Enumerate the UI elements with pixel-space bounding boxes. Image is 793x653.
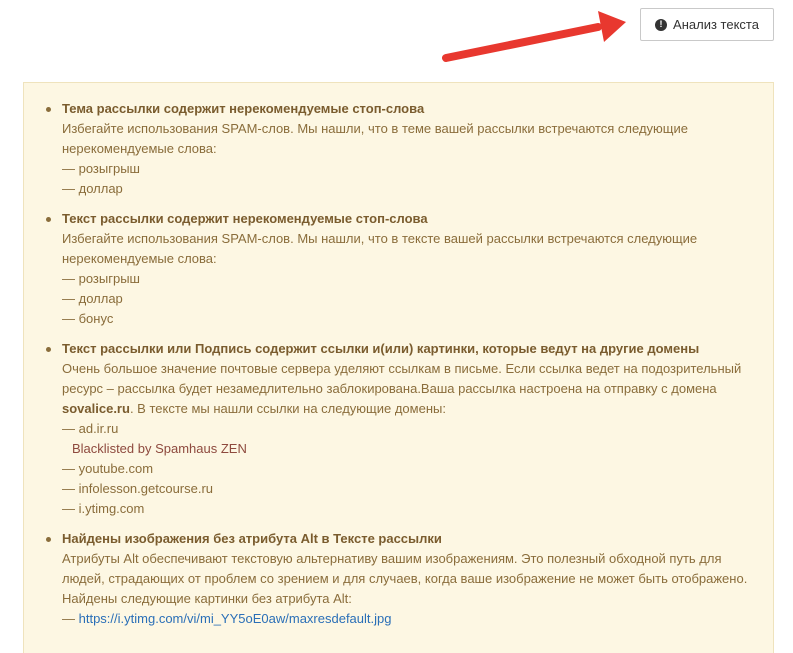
warning-title: Текст рассылки содержит нерекомендуемые … (62, 211, 428, 226)
warning-text: Избегайте использования SPAM-слов. Мы на… (62, 121, 688, 156)
warning-text: Атрибуты Alt обеспечивают текстовую альт… (62, 551, 748, 586)
warning-text-start: Очень большое значение почтовые сервера … (62, 361, 742, 396)
found-images-label: Найдены следующие картинки без атрибута … (62, 591, 352, 606)
warning-text-end: . В тексте мы нашли ссылки на следующие … (129, 401, 446, 416)
sender-domain: sovalice.ru (62, 401, 130, 416)
warning-body-stopwords: Текст рассылки содержит нерекомендуемые … (46, 209, 762, 329)
domain-item: — youtube.com (62, 461, 154, 476)
spam-warnings-panel: Тема рассылки содержит нерекомендуемые с… (23, 82, 774, 653)
warnings-list: Тема рассылки содержит нерекомендуемые с… (46, 99, 762, 639)
exclamation-circle-icon: ! (655, 18, 668, 31)
warning-title: Найдены изображения без атрибута Alt в Т… (62, 531, 442, 546)
analyze-text-label: Анализ текста (673, 17, 759, 32)
image-link-line: — https://i.ytimg.com/vi/mi_YY5oE0aw/max… (62, 609, 762, 629)
warning-title: Текст рассылки или Подпись содержит ссыл… (62, 341, 700, 356)
stopword-item: — бонус (62, 311, 114, 326)
stopword-item: — розыгрыш (62, 161, 140, 176)
warning-text: Очень большое значение почтовые сервера … (62, 359, 762, 419)
domain-item: — ad.ir.ru (62, 421, 119, 436)
blacklist-note: Blacklisted by Spamhaus ZEN (72, 441, 247, 456)
dash: — (62, 611, 79, 626)
warning-images-no-alt: Найдены изображения без атрибута Alt в Т… (46, 529, 762, 629)
domain-item: — i.ytimg.com (62, 501, 145, 516)
stopword-item: — розыгрыш (62, 271, 140, 286)
domain-item: — infolesson.getcourse.ru (62, 481, 214, 496)
image-url-link[interactable]: https://i.ytimg.com/vi/mi_YY5oE0aw/maxre… (79, 611, 392, 626)
stopword-item: — доллар (62, 291, 123, 306)
page: ! Анализ текста Тема рассылки содержит н… (0, 0, 793, 653)
warning-title: Тема рассылки содержит нерекомендуемые с… (62, 101, 425, 116)
analyze-text-button[interactable]: ! Анализ текста (640, 8, 774, 41)
stopword-item: — доллар (62, 181, 123, 196)
warning-subject-stopwords: Тема рассылки содержит нерекомендуемые с… (46, 99, 762, 199)
warning-text: Избегайте использования SPAM-слов. Мы на… (62, 231, 698, 266)
warning-external-domains: Текст рассылки или Подпись содержит ссыл… (46, 339, 762, 519)
